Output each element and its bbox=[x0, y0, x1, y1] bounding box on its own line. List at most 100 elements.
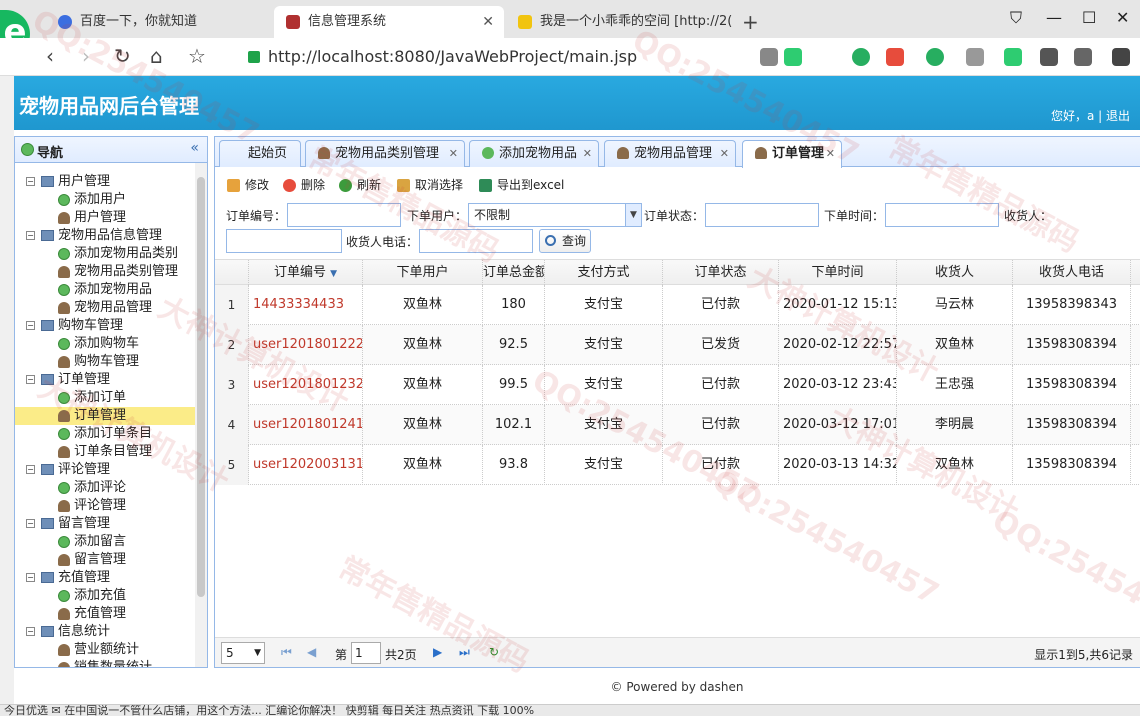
tree-item[interactable]: 订单管理 bbox=[15, 407, 195, 425]
table-row[interactable]: 4 user12018012417 双鱼林 102.1 支付宝 已付款 2020-03-12… bbox=[215, 405, 1140, 445]
close-tab-icon[interactable]: ✕ bbox=[720, 141, 729, 167]
undo-icon[interactable] bbox=[1074, 48, 1092, 66]
collapse-toggle-icon[interactable]: − bbox=[26, 627, 35, 636]
lightning-icon[interactable] bbox=[784, 48, 802, 66]
collapse-toggle-icon[interactable]: − bbox=[26, 519, 35, 528]
collapse-toggle-icon[interactable]: − bbox=[26, 231, 35, 240]
tree-group[interactable]: − 购物车管理 bbox=[15, 317, 195, 335]
header-receiver-phone[interactable]: 收货人电话 bbox=[1013, 260, 1131, 285]
logout-link[interactable]: 退出 bbox=[1106, 109, 1130, 123]
extension-icon[interactable] bbox=[852, 48, 870, 66]
tree-group[interactable]: − 信息统计 bbox=[15, 623, 195, 641]
order-time-input[interactable] bbox=[885, 203, 999, 227]
tree-group[interactable]: − 订单管理 bbox=[15, 371, 195, 389]
tree-item[interactable]: 添加宠物用品 bbox=[15, 281, 195, 299]
apps-icon[interactable] bbox=[966, 48, 984, 66]
header-order-user[interactable]: 下单用户 bbox=[363, 260, 483, 285]
collapse-toggle-icon[interactable]: − bbox=[26, 375, 35, 384]
tree-item[interactable]: 添加订单 bbox=[15, 389, 195, 407]
shirt-icon[interactable]: ⛉ bbox=[1010, 8, 1022, 28]
maximize-icon[interactable]: ☐ bbox=[1082, 8, 1096, 27]
page-size-select[interactable]: 5 ▼ bbox=[221, 642, 265, 664]
battery-icon[interactable] bbox=[1004, 48, 1022, 66]
url-field[interactable]: http://localhost:8080/JavaWebProject/mai… bbox=[236, 42, 746, 72]
back-icon[interactable]: ‹ bbox=[46, 44, 54, 68]
forward-icon[interactable]: › bbox=[82, 44, 90, 68]
tab-add-product[interactable]: 添加宠物用品 ✕ bbox=[469, 140, 599, 167]
tree-item[interactable]: 营业额统计 bbox=[15, 641, 195, 659]
tree-item[interactable]: 添加留言 bbox=[15, 533, 195, 551]
close-window-icon[interactable]: ✕ bbox=[1116, 8, 1129, 27]
tree-group[interactable]: − 评论管理 bbox=[15, 461, 195, 479]
refresh-icon[interactable]: ↻ bbox=[489, 645, 499, 659]
close-tab-icon[interactable]: ✕ bbox=[583, 141, 592, 167]
header-order-total[interactable]: 订单总金额 bbox=[483, 260, 545, 285]
tree-item[interactable]: 留言管理 bbox=[15, 551, 195, 569]
order-status-input[interactable] bbox=[705, 203, 819, 227]
browser-tab-baidu[interactable]: 百度一下，你就知道 bbox=[46, 6, 272, 38]
header-pay-method[interactable]: 支付方式 bbox=[545, 260, 663, 285]
search-button[interactable]: 查询 bbox=[539, 229, 591, 253]
tab-product-manage[interactable]: 宠物用品管理 ✕ bbox=[604, 140, 736, 167]
tree-item[interactable]: 添加宠物用品类别 bbox=[15, 245, 195, 263]
close-tab-icon[interactable]: ✕ bbox=[449, 141, 458, 167]
table-row[interactable]: 5 user12020031314 双鱼林 93.8 支付宝 已付款 2020-03-13 … bbox=[215, 445, 1140, 485]
collapse-toggle-icon[interactable]: − bbox=[26, 573, 35, 582]
collapse-toggle-icon[interactable]: − bbox=[26, 177, 35, 186]
first-page-icon[interactable]: ⏮ bbox=[281, 645, 292, 660]
home-icon[interactable]: ⌂ bbox=[150, 44, 163, 68]
collapse-toggle-icon[interactable]: − bbox=[26, 465, 35, 474]
tree-item[interactable]: 添加购物车 bbox=[15, 335, 195, 353]
order-user-select[interactable]: 不限制 ▼ bbox=[468, 203, 642, 227]
browser-tab-qzone[interactable]: 我是一个小乖乖的空间 [http://2( bbox=[506, 6, 734, 38]
header-order-status[interactable]: 订单状态 bbox=[663, 260, 779, 285]
tree-item[interactable]: 添加充值 bbox=[15, 587, 195, 605]
scrollbar-thumb[interactable] bbox=[197, 177, 205, 597]
reload-icon[interactable]: ↻ bbox=[114, 44, 131, 68]
delete-button[interactable]: 删除 bbox=[283, 175, 325, 195]
tree-item[interactable]: 评论管理 bbox=[15, 497, 195, 515]
cancel-select-button[interactable]: 取消选择 bbox=[397, 175, 463, 195]
scissors-icon[interactable] bbox=[886, 48, 904, 66]
tree-item[interactable]: 销售数量统计 bbox=[15, 659, 195, 667]
tab-order-manage[interactable]: 订单管理 ✕ bbox=[742, 140, 842, 168]
tree-item[interactable]: 宠物用品管理 bbox=[15, 299, 195, 317]
next-page-icon[interactable]: ▶ bbox=[433, 645, 442, 659]
collapse-toggle-icon[interactable]: − bbox=[26, 321, 35, 330]
close-tab-icon[interactable]: ✕ bbox=[482, 6, 494, 38]
prev-page-icon[interactable]: ◀ bbox=[307, 645, 316, 659]
export-excel-button[interactable]: 导出到excel bbox=[479, 175, 564, 195]
table-row[interactable]: 1 14433334433 双鱼林 180 支付宝 已付款 2020-01-12 15:13… bbox=[215, 285, 1140, 325]
collapse-icon[interactable]: « bbox=[190, 140, 199, 156]
share-icon[interactable] bbox=[760, 48, 778, 66]
tree-item[interactable]: 充值管理 bbox=[15, 605, 195, 623]
last-page-icon[interactable]: ⏭ bbox=[459, 645, 470, 660]
table-row[interactable]: 2 user12018012222 双鱼林 92.5 支付宝 已发货 2020-02-12 … bbox=[215, 325, 1140, 365]
edit-button[interactable]: 修改 bbox=[227, 175, 269, 195]
header-receiver[interactable]: 收货人 bbox=[897, 260, 1013, 285]
close-tab-icon[interactable]: ✕ bbox=[826, 141, 835, 167]
tab-start-page[interactable]: 起始页 bbox=[219, 140, 301, 167]
new-tab-button[interactable]: + bbox=[742, 10, 759, 34]
tree-item[interactable]: 购物车管理 bbox=[15, 353, 195, 371]
receiver-phone-input[interactable] bbox=[419, 229, 533, 253]
tree-group[interactable]: − 留言管理 bbox=[15, 515, 195, 533]
refresh-button[interactable]: 刷新 bbox=[339, 175, 381, 195]
order-no-input[interactable] bbox=[287, 203, 401, 227]
browser-tab-active[interactable]: 信息管理系统 ✕ bbox=[274, 6, 504, 38]
tree-group[interactable]: − 用户管理 bbox=[15, 173, 195, 191]
header-order-no[interactable]: 订单编号 ▼ bbox=[249, 260, 363, 285]
headphone-icon[interactable] bbox=[1040, 48, 1058, 66]
sidebar-scrollbar[interactable] bbox=[195, 163, 207, 667]
tree-item[interactable]: 用户管理 bbox=[15, 209, 195, 227]
chevron-down-icon[interactable]: ▼ bbox=[625, 204, 641, 226]
tree-item[interactable]: 添加用户 bbox=[15, 191, 195, 209]
menu-icon[interactable] bbox=[1112, 48, 1130, 66]
minimize-icon[interactable]: — bbox=[1046, 8, 1062, 27]
bookmark-icon[interactable]: ☆ bbox=[188, 44, 206, 68]
table-row[interactable]: 3 user12018012323 双鱼林 99.5 支付宝 已付款 2020-03-12 … bbox=[215, 365, 1140, 405]
money-icon[interactable] bbox=[926, 48, 944, 66]
tab-category-manage[interactable]: 宠物用品类别管理 ✕ bbox=[305, 140, 465, 167]
tree-item[interactable]: 订单条目管理 bbox=[15, 443, 195, 461]
page-number-input[interactable]: 1 bbox=[351, 642, 381, 664]
